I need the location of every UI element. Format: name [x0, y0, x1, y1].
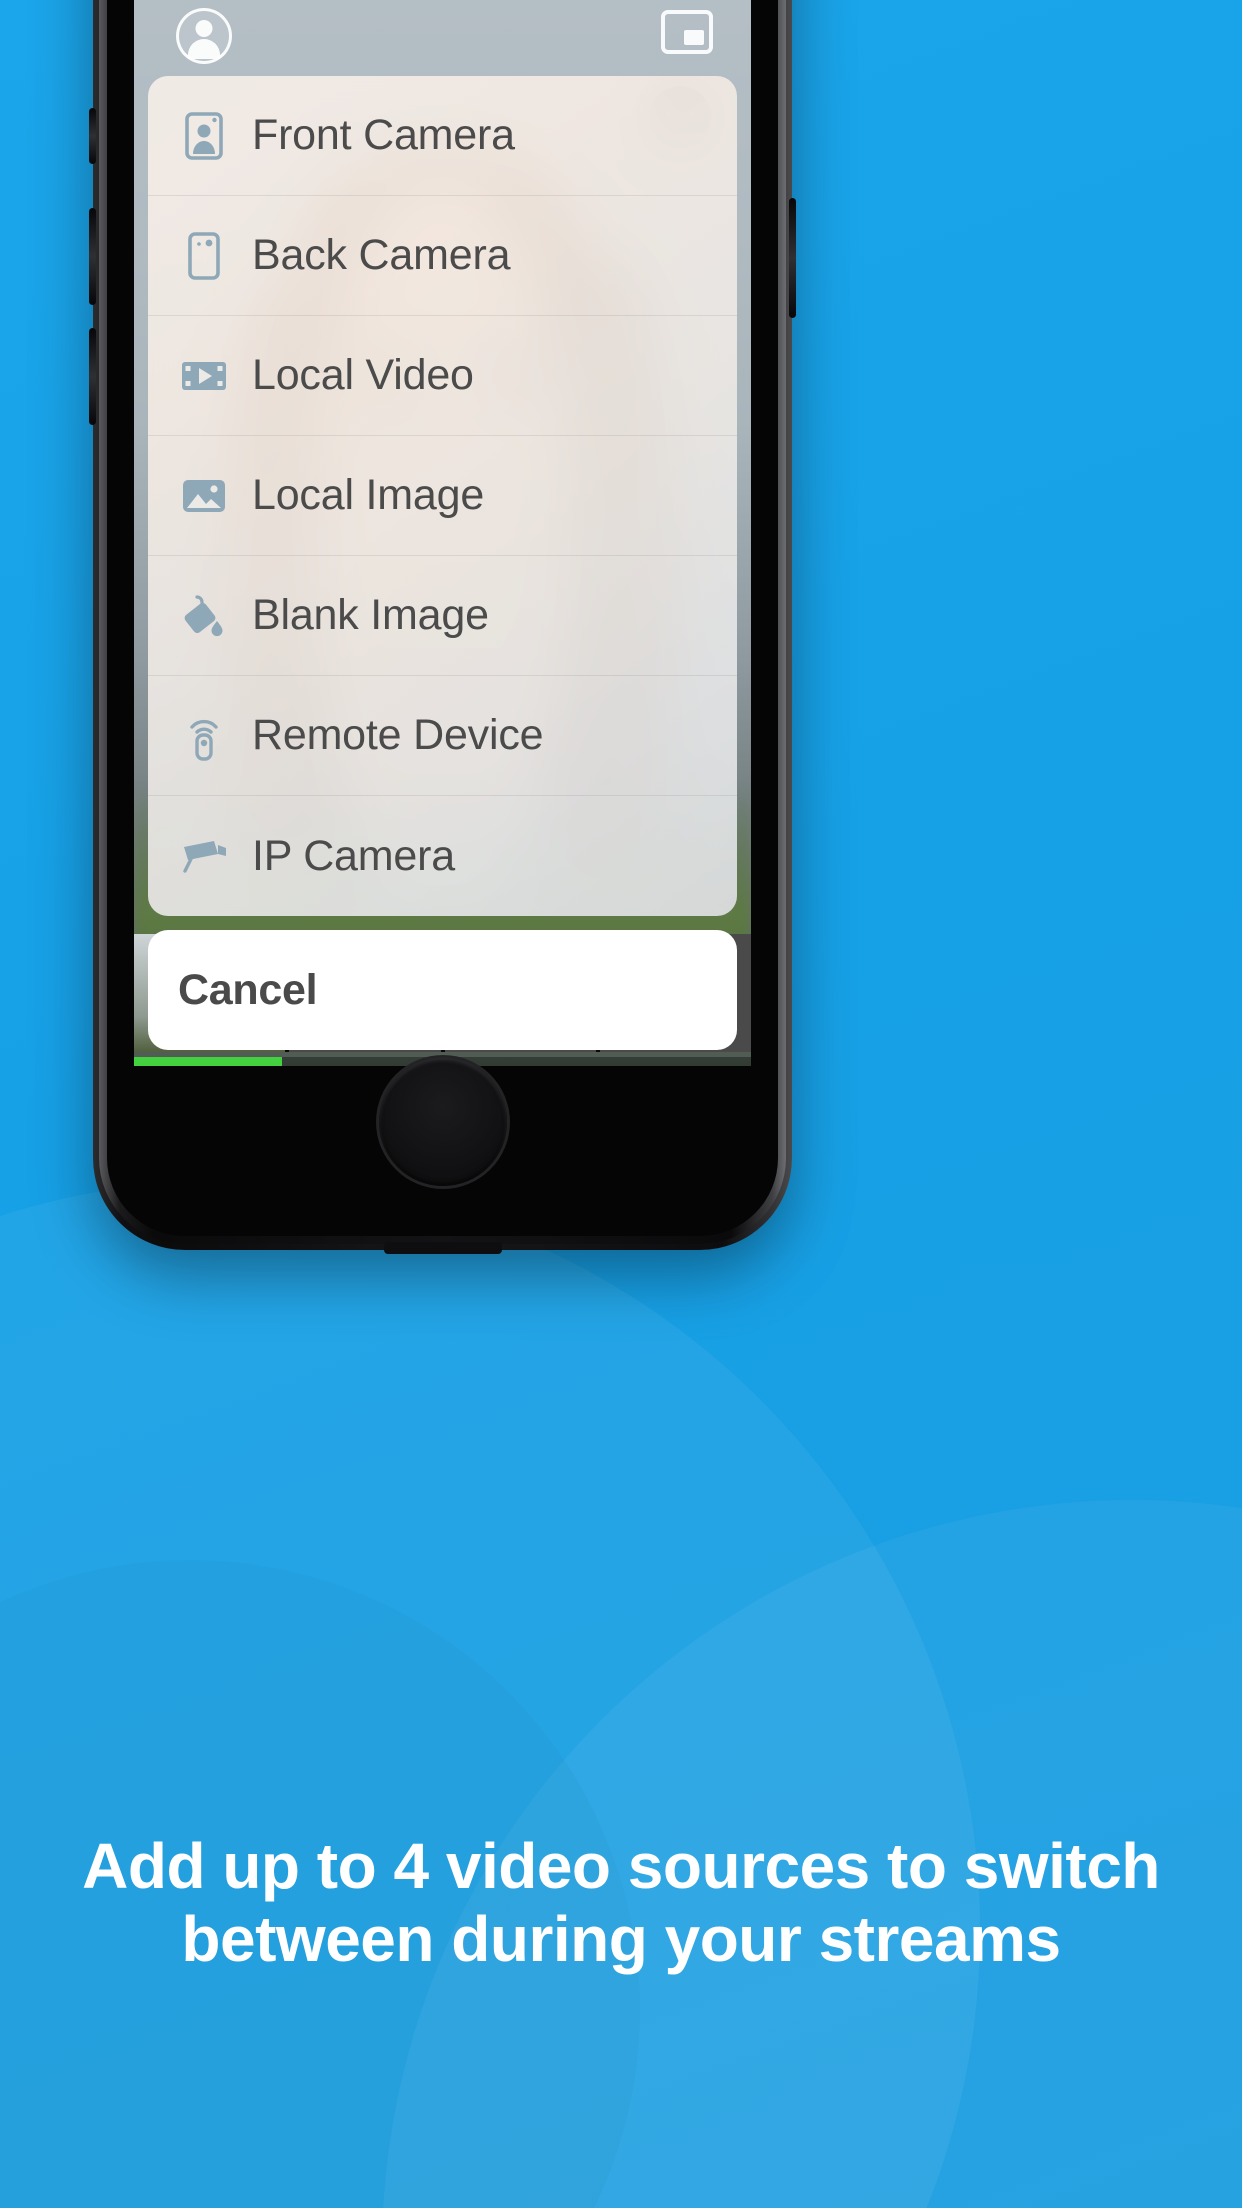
picture-in-picture-icon[interactable] — [661, 10, 713, 54]
action-sheet-item-remote-device[interactable]: Remote Device — [148, 676, 737, 796]
action-sheet-item-local-video[interactable]: Local Video — [148, 316, 737, 436]
action-sheet-item-ip-camera[interactable]: IP Camera — [148, 796, 737, 916]
mute-switch[interactable] — [89, 108, 96, 164]
ip-camera-icon — [178, 830, 230, 882]
volume-up-button[interactable] — [89, 208, 96, 305]
phone-mockup: Front Camera Back Camera Local Video Loc… — [89, 0, 796, 1254]
caption-line-2: between during your streams — [181, 1902, 1061, 1975]
promo-caption: Add up to 4 video sources to switch betw… — [0, 1830, 1242, 1976]
caption-line-1: Add up to 4 video sources to switch — [82, 1830, 1160, 1902]
action-sheet-list: Front Camera Back Camera Local Video Loc… — [148, 76, 737, 916]
avatar-icon[interactable] — [176, 8, 232, 64]
action-sheet-item-front-camera[interactable]: Front Camera — [148, 76, 737, 196]
action-sheet-item-back-camera[interactable]: Back Camera — [148, 196, 737, 316]
film-icon — [178, 350, 230, 402]
action-sheet: Front Camera Back Camera Local Video Loc… — [148, 76, 737, 1050]
action-sheet-item-label: IP Camera — [252, 831, 455, 880]
stream-progress-fill — [134, 1057, 283, 1066]
action-sheet-item-label: Back Camera — [252, 231, 511, 279]
remote-device-icon — [178, 710, 230, 762]
power-button[interactable] — [789, 198, 796, 318]
cancel-button[interactable]: Cancel — [148, 930, 737, 1050]
back-camera-icon — [178, 230, 230, 282]
action-sheet-item-blank-image[interactable]: Blank Image — [148, 556, 737, 676]
action-sheet-item-label: Remote Device — [252, 711, 544, 759]
action-sheet-item-label: Local Image — [252, 471, 485, 519]
action-sheet-item-label: Local Video — [252, 351, 474, 399]
bottom-notch — [383, 1242, 502, 1254]
front-camera-icon — [178, 110, 230, 162]
photo-icon — [178, 470, 230, 522]
home-button[interactable] — [378, 1058, 507, 1186]
action-sheet-item-label: Blank Image — [252, 591, 489, 639]
cancel-button-label: Cancel — [178, 965, 318, 1014]
action-sheet-item-local-image[interactable]: Local Image — [148, 436, 737, 556]
action-sheet-item-label: Front Camera — [252, 111, 515, 159]
paint-bucket-icon — [178, 590, 230, 642]
volume-down-button[interactable] — [89, 328, 96, 425]
phone-screen: Front Camera Back Camera Local Video Loc… — [134, 0, 751, 1066]
